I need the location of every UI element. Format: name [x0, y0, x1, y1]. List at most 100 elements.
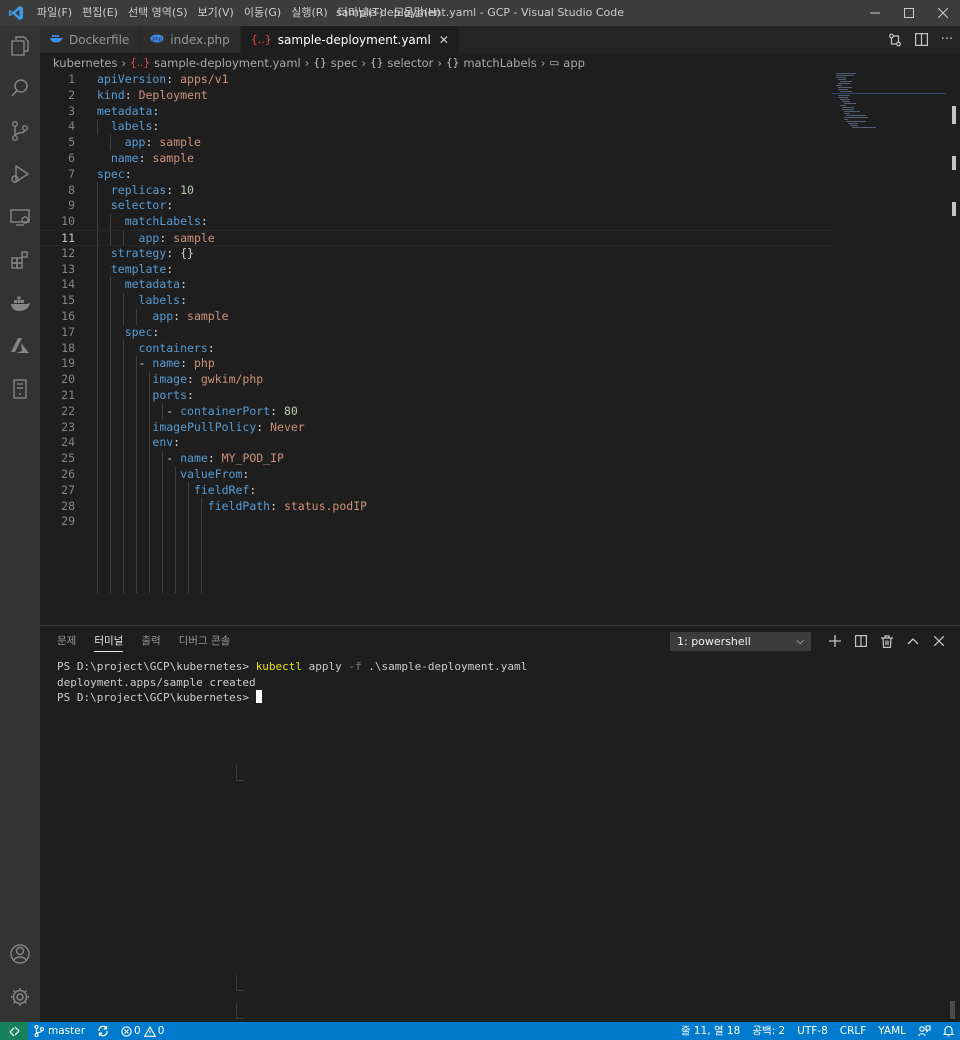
eol-status[interactable]: CRLF	[834, 1022, 873, 1040]
remote-button[interactable]	[0, 1022, 28, 1040]
menu-go[interactable]: 이동(G)	[239, 0, 286, 26]
breadcrumb-symbol-matchlabels[interactable]: matchLabels	[463, 56, 536, 70]
terminal-artifact	[236, 1003, 244, 1019]
terminal-line: deployment.apps/sample created	[57, 675, 256, 689]
yaml-icon: {..}	[130, 56, 151, 69]
split-editor-icon	[914, 33, 928, 46]
close-panel-button[interactable]	[926, 626, 952, 656]
remote-explorer-icon	[10, 209, 30, 226]
explorer-button[interactable]	[0, 26, 40, 66]
chevron-up-icon	[907, 638, 919, 645]
code-line: 19 - name: php	[61, 356, 215, 371]
window-title: sample-deployment.yaml - GCP - Visual St…	[335, 6, 625, 19]
code-line: 20 image: gwkim/php	[61, 372, 264, 387]
docker-icon	[11, 296, 30, 311]
minimap[interactable]	[832, 72, 947, 132]
code-line: 27 fieldRef:	[61, 482, 257, 497]
code-line: 28 fieldPath: status.podIP	[61, 498, 368, 513]
error-count: 0	[134, 1025, 141, 1037]
activity-bar	[0, 26, 40, 1022]
menu-file[interactable]: 파일(F)	[32, 0, 77, 26]
code-line: 18 containers:	[61, 340, 215, 355]
code-line: 29	[61, 514, 75, 529]
remote-explorer-button[interactable]	[0, 197, 40, 237]
yaml-icon: {..}	[250, 33, 272, 46]
code-editor[interactable]: 1 apiVersion: apps/v1 2 kind: Deployment 3…	[40, 72, 947, 625]
terminal-line: PS D:\project\GCP\kubernetes> kubectl ap…	[57, 660, 528, 673]
run-debug-button[interactable]	[0, 154, 40, 194]
title-bar: 파일(F) 편집(E) 선택 영역(S) 보기(V) 이동(G) 실행(R) 터…	[0, 0, 960, 26]
code-line: 3 metadata:	[68, 103, 160, 118]
tab-dockerfile[interactable]: Dockerfile	[40, 26, 141, 53]
tab-sample-deployment-yaml[interactable]: {..} sample-deployment.yaml ✕	[240, 26, 460, 53]
editor-scrollbar[interactable]	[947, 72, 960, 625]
close-icon	[934, 636, 944, 646]
breadcrumb-folder[interactable]: kubernetes	[53, 56, 117, 70]
more-actions-button[interactable]: ···	[934, 26, 960, 53]
chevron-right-icon: ›	[437, 55, 442, 70]
language-mode[interactable]: YAML	[872, 1022, 912, 1040]
encoding-status[interactable]: UTF-8	[791, 1022, 834, 1040]
tab-output[interactable]: 출력	[141, 626, 160, 656]
terminal-select[interactable]: 1: powershell ⌵	[670, 632, 811, 651]
feedback-button[interactable]	[912, 1025, 937, 1037]
php-icon: php	[150, 33, 164, 46]
menu-view[interactable]: 보기(V)	[192, 0, 238, 26]
new-terminal-button[interactable]	[822, 626, 848, 656]
terminal-artifact	[236, 975, 244, 991]
tab-terminal[interactable]: 터미널	[94, 631, 124, 652]
breadcrumb-symbol-app[interactable]: app	[563, 56, 585, 70]
plus-icon	[829, 635, 841, 647]
settings-button[interactable]	[0, 977, 40, 1017]
split-editor-button[interactable]	[908, 26, 934, 53]
split-terminal-button[interactable]	[848, 626, 874, 656]
close-tab-icon[interactable]: ✕	[439, 33, 449, 47]
problems-status[interactable]: 0 0	[115, 1022, 170, 1040]
breadcrumb-symbol-spec[interactable]: spec	[331, 56, 358, 70]
breadcrumb-file[interactable]: sample-deployment.yaml	[154, 56, 301, 70]
svg-text:php: php	[153, 37, 163, 43]
maximize-button[interactable]	[892, 0, 926, 26]
device-icon	[13, 379, 27, 399]
menu-selection[interactable]: 선택 영역(S)	[123, 0, 193, 26]
warning-icon	[143, 1025, 156, 1037]
branch-status[interactable]: master	[28, 1022, 91, 1040]
notifications-button[interactable]	[937, 1025, 960, 1037]
search-button[interactable]	[0, 68, 40, 108]
source-control-button[interactable]	[0, 111, 40, 151]
sync-button[interactable]	[91, 1025, 115, 1037]
code-line: 22 - containerPort: 80	[61, 403, 298, 418]
string-icon: ▭	[549, 56, 560, 69]
current-code-line: 11 app: sample	[40, 230, 830, 246]
maximize-panel-button[interactable]	[900, 626, 926, 656]
remote-icon	[9, 1026, 19, 1036]
breadcrumb-symbol-selector[interactable]: selector	[387, 56, 433, 70]
code-line: 15 labels:	[61, 293, 188, 308]
accounts-button[interactable]	[0, 934, 40, 974]
azure-icon	[11, 338, 29, 353]
indentation-status[interactable]: 공백: 2	[746, 1022, 791, 1040]
minimize-button[interactable]	[858, 0, 892, 26]
menu-edit[interactable]: 편집(E)	[77, 0, 123, 26]
docker-button[interactable]	[0, 283, 40, 323]
tab-index-php[interactable]: php index.php	[140, 26, 241, 53]
kill-terminal-button[interactable]	[874, 626, 900, 656]
close-window-button[interactable]	[926, 0, 960, 26]
code-line: 8 replicas: 10	[68, 182, 194, 197]
code-line: 6 name: sample	[68, 151, 194, 165]
open-changes-button[interactable]	[882, 26, 908, 53]
terminal-output[interactable]: PS D:\project\GCP\kubernetes> kubectl ap…	[57, 659, 527, 706]
tab-debug-console[interactable]: 디버그 콘솔	[179, 626, 231, 656]
azure-button[interactable]	[0, 326, 40, 366]
code-line: 17 spec:	[61, 324, 160, 339]
tab-problems[interactable]: 문제	[57, 626, 76, 656]
search-icon	[11, 79, 28, 97]
code-line: 16 app: sample	[61, 309, 229, 323]
source-control-icon	[12, 121, 28, 141]
cursor-position[interactable]: 줄 11, 열 18	[675, 1022, 746, 1040]
device-button[interactable]	[0, 369, 40, 409]
maximize-icon	[904, 8, 914, 18]
terminal-scrollbar[interactable]	[950, 1001, 955, 1019]
vscode-logo-icon	[0, 0, 32, 26]
extensions-button[interactable]	[0, 240, 40, 280]
